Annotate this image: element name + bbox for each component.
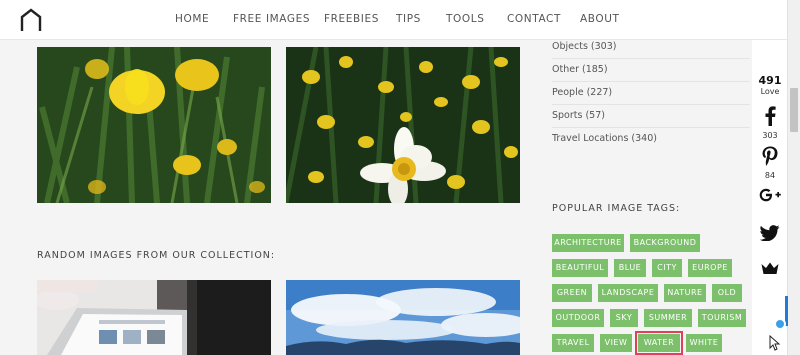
category-link-sports[interactable]: Sports (57): [552, 110, 605, 121]
tag-white[interactable]: WHITE: [686, 334, 722, 352]
google-plus-icon: [759, 188, 781, 202]
love-count: 491: [758, 74, 782, 87]
category-link-objects[interactable]: Objects (303): [552, 41, 616, 52]
crown-share-button[interactable]: [752, 262, 788, 280]
sky-landscape-image[interactable]: [286, 280, 520, 355]
nav-tips[interactable]: TIPS: [396, 13, 421, 25]
tag-europe[interactable]: EUROPE: [688, 259, 732, 277]
white-daffodil-field-image[interactable]: [286, 47, 520, 203]
nav-tools[interactable]: TOOLS: [446, 13, 484, 25]
category-link-people[interactable]: People (227): [552, 87, 612, 98]
nav-contact[interactable]: CONTACT: [507, 13, 561, 25]
facebook-count: 303: [762, 131, 778, 140]
twitter-share-button[interactable]: [752, 225, 788, 246]
tag-tourism[interactable]: TOURISM: [698, 309, 746, 327]
tag-outdoor[interactable]: OUTDOOR: [552, 309, 604, 327]
share-bar: 491 Love 303 84: [752, 40, 788, 355]
daffodil-closeup-image[interactable]: [37, 47, 271, 203]
nav-free-images[interactable]: FREE IMAGES: [233, 13, 310, 25]
page-scrollbar[interactable]: [787, 0, 800, 355]
scrollbar-thumb[interactable]: [790, 88, 798, 132]
category-link-travel-locations[interactable]: Travel Locations (340): [552, 133, 657, 144]
tag-summer[interactable]: SUMMER: [644, 309, 692, 327]
mouse-cursor-icon: [769, 335, 781, 351]
pinterest-icon: [762, 146, 778, 166]
divider: [552, 58, 750, 59]
nav-freebies[interactable]: FREEBIES: [324, 13, 379, 25]
tag-background[interactable]: BACKGROUND: [630, 234, 700, 252]
love-button[interactable]: 491 Love: [752, 74, 788, 96]
tag-architecture[interactable]: ARCHITECTURE: [552, 234, 624, 252]
main-nav: HOME FREE IMAGES FREEBIES TIPS TOOLS CON…: [0, 0, 787, 40]
site-header: HOME FREE IMAGES FREEBIES TIPS TOOLS CON…: [0, 0, 787, 40]
category-link-other[interactable]: Other (185): [552, 64, 608, 75]
tag-sky[interactable]: SKY: [610, 309, 638, 327]
google-plus-share-button[interactable]: [752, 188, 788, 207]
pinterest-share-button[interactable]: 84: [752, 146, 788, 180]
divider: [552, 104, 750, 105]
love-label: Love: [760, 87, 780, 96]
tag-old[interactable]: OLD: [712, 284, 742, 302]
pinterest-count: 84: [764, 171, 776, 180]
notification-dot-icon[interactable]: [774, 318, 786, 330]
twitter-icon: [759, 225, 780, 242]
nav-home[interactable]: HOME: [175, 13, 209, 25]
tag-blue[interactable]: BLUE: [614, 259, 646, 277]
tag-green[interactable]: GREEN: [552, 284, 592, 302]
facebook-icon: [765, 106, 776, 126]
tag-city[interactable]: CITY: [652, 259, 682, 277]
random-images-heading: RANDOM IMAGES FROM OUR COLLECTION:: [37, 250, 276, 261]
tag-beautiful[interactable]: BEAUTIFUL: [552, 259, 608, 277]
divider: [552, 81, 750, 82]
tag-nature[interactable]: NATURE: [664, 284, 706, 302]
divider: [552, 127, 750, 128]
tag-travel[interactable]: TRAVEL: [552, 334, 594, 352]
tag-view[interactable]: VIEW: [600, 334, 632, 352]
facebook-share-button[interactable]: 303: [752, 106, 788, 140]
tag-water[interactable]: WATER: [635, 331, 683, 355]
popular-tags-heading: POPULAR IMAGE TAGS:: [552, 203, 681, 214]
tag-landscape[interactable]: LANDSCAPE: [598, 284, 658, 302]
crown-icon: [761, 262, 779, 274]
laptop-desk-image[interactable]: [37, 280, 271, 355]
nav-about[interactable]: ABOUT: [580, 13, 620, 25]
